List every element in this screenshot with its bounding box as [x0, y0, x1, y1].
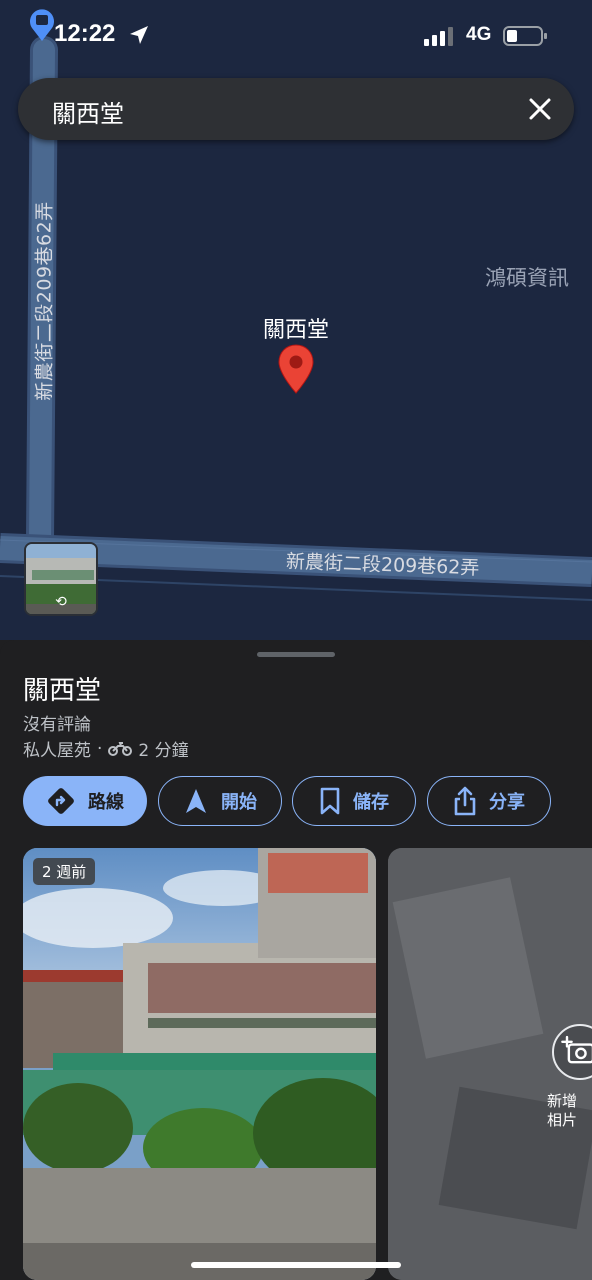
- photo-age-badge: 2 週前: [33, 858, 96, 885]
- street-view-thumbnail[interactable]: ⟲: [24, 542, 98, 616]
- poi-label[interactable]: 鴻碩資訊: [485, 262, 569, 292]
- navigation-arrow-icon: [186, 789, 206, 813]
- status-time: 12:22: [54, 20, 116, 47]
- place-meta: 私人屋苑 · 2 分鐘: [23, 736, 189, 762]
- share-button[interactable]: 分享: [427, 776, 551, 826]
- road-label-vertical: 新農街二段209巷62弄: [33, 201, 56, 401]
- cellular-signal-icon: [424, 27, 453, 46]
- share-label: 分享: [489, 792, 525, 813]
- directions-icon: [48, 788, 74, 814]
- place-reviews[interactable]: 沒有評論: [23, 710, 91, 735]
- action-buttons: 路線 開始 儲存 分享: [23, 776, 583, 826]
- start-label: 開始: [221, 792, 257, 813]
- status-bar: 12:22 4G: [0, 0, 592, 70]
- search-bar[interactable]: 關西堂: [18, 78, 574, 140]
- share-icon: [454, 786, 476, 816]
- search-query[interactable]: 關西堂: [52, 94, 124, 129]
- add-photo-label[interactable]: 新增 相片: [532, 1092, 592, 1130]
- motorcycle-icon: [108, 741, 133, 756]
- directions-label: 路線: [88, 792, 124, 813]
- bookmark-icon: [320, 787, 340, 815]
- app-badge-icon: [30, 9, 54, 41]
- location-arrow-icon: [130, 26, 148, 44]
- building-photo: [23, 848, 376, 1280]
- battery-icon: [503, 26, 547, 46]
- directions-button[interactable]: 路線: [23, 776, 147, 826]
- street-view-photo[interactable]: 2 週前: [23, 848, 376, 1280]
- place-title: 關西堂: [23, 676, 102, 706]
- travel-time: 2 分鐘: [138, 741, 189, 761]
- sheet-drag-handle[interactable]: [257, 652, 335, 657]
- pin-label: 關西堂: [262, 318, 329, 343]
- rotate-360-icon: ⟲: [55, 594, 67, 610]
- save-label: 儲存: [353, 792, 389, 813]
- save-button[interactable]: 儲存: [292, 776, 416, 826]
- home-indicator[interactable]: [191, 1262, 401, 1268]
- meta-separator: ·: [97, 738, 103, 759]
- close-icon[interactable]: [526, 95, 554, 123]
- start-button[interactable]: 開始: [158, 776, 282, 826]
- network-type: 4G: [466, 24, 492, 45]
- location-pin-icon[interactable]: [278, 344, 314, 394]
- place-sheet[interactable]: 關西堂 沒有評論 私人屋苑 · 2 分鐘 路線 開始 儲存 分享 2 週前 新增…: [0, 640, 592, 1280]
- place-category: 私人屋苑: [23, 741, 91, 761]
